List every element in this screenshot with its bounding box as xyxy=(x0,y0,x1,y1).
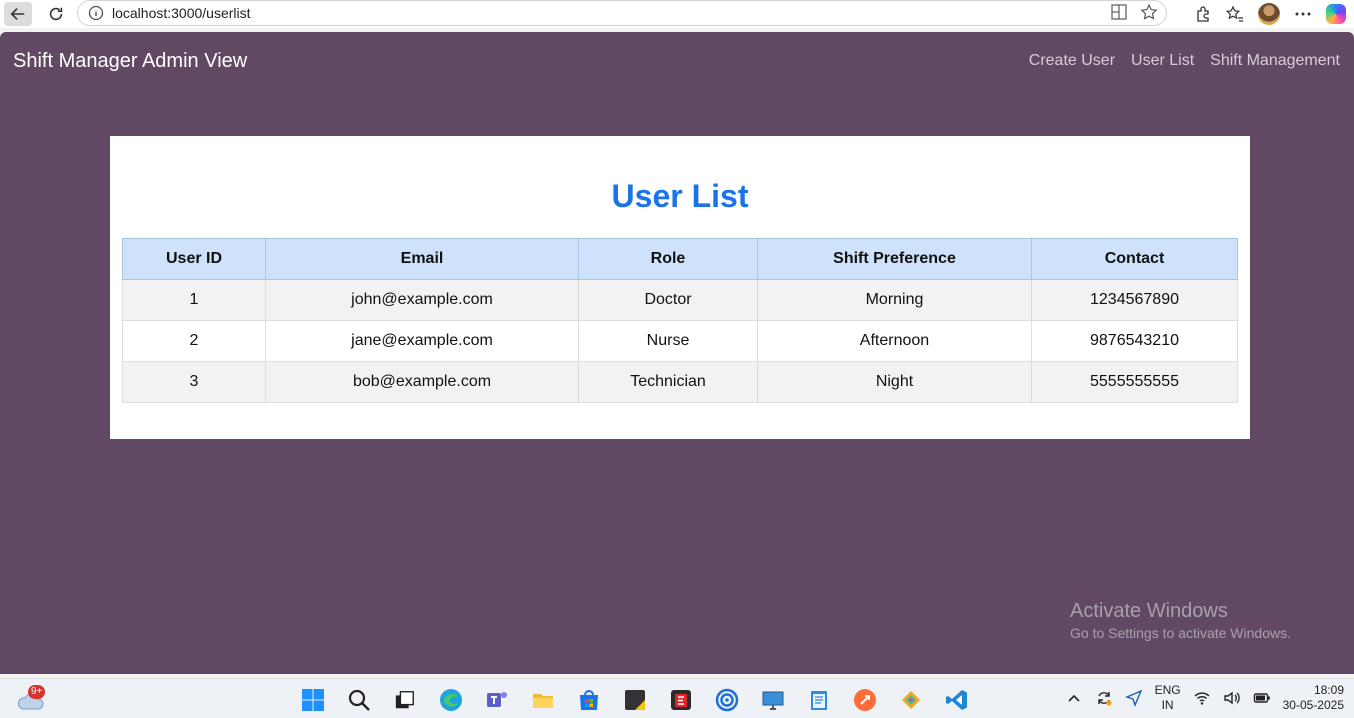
search-button[interactable] xyxy=(346,687,372,713)
clock-date: 30-05-2025 xyxy=(1282,698,1344,712)
vscode-icon xyxy=(946,690,967,710)
favorites-icon[interactable] xyxy=(1226,5,1244,23)
cell-email: bob@example.com xyxy=(265,361,579,403)
weather-badge: 9+ xyxy=(28,685,46,699)
region-code: IN xyxy=(1161,698,1174,712)
notepad-icon xyxy=(811,691,827,710)
file-explorer-button[interactable] xyxy=(530,687,556,713)
volume-icon[interactable] xyxy=(1223,689,1241,707)
cell-shift-preference: Morning xyxy=(757,279,1032,321)
remote-desktop-button[interactable] xyxy=(760,687,786,713)
table-row: 2 jane@example.com Nurse Afternoon 98765… xyxy=(122,320,1238,362)
nav-shift-management[interactable]: Shift Management xyxy=(1210,52,1340,70)
address-bar[interactable]: localhost:3000/userlist xyxy=(77,0,1167,26)
start-button[interactable] xyxy=(300,687,326,713)
chevron-up-icon[interactable] xyxy=(1065,689,1083,707)
cell-contact: 1234567890 xyxy=(1031,279,1238,321)
red-app-button[interactable] xyxy=(668,687,694,713)
folder-icon xyxy=(533,694,553,708)
activate-windows-watermark: Activate Windows Go to Settings to activ… xyxy=(1070,600,1291,641)
teams-icon xyxy=(487,692,507,707)
sticky-notes-button[interactable] xyxy=(622,687,648,713)
teams-button[interactable] xyxy=(484,687,510,713)
task-view-button[interactable] xyxy=(392,687,418,713)
arrow-left-icon xyxy=(10,8,25,20)
app-e-icon xyxy=(671,690,691,710)
cell-shift-preference: Afternoon xyxy=(757,320,1032,362)
notepad-button[interactable] xyxy=(806,687,832,713)
cell-email: john@example.com xyxy=(265,279,579,321)
windows-logo-icon xyxy=(302,689,324,711)
user-list-card: User List User ID Email Role Shift Prefe… xyxy=(110,136,1250,439)
app-header: Shift Manager Admin View Create User Use… xyxy=(0,32,1354,90)
clock[interactable]: 18:09 30-05-2025 xyxy=(1283,683,1344,713)
refresh-button[interactable] xyxy=(44,2,68,26)
store-icon xyxy=(580,690,598,710)
store-button[interactable] xyxy=(576,687,602,713)
location-arrow-icon[interactable] xyxy=(1124,689,1143,707)
browser-toolbar: localhost:3000/userlist xyxy=(0,0,1354,28)
watermark-title: Activate Windows xyxy=(1070,600,1228,622)
sync-icon[interactable] xyxy=(1095,689,1113,707)
target-icon xyxy=(715,688,739,712)
battery-icon[interactable] xyxy=(1253,689,1271,707)
copilot-icon[interactable] xyxy=(1326,4,1346,24)
column-header-email: Email xyxy=(265,238,579,280)
table-row: 1 john@example.com Doctor Morning 123456… xyxy=(122,279,1238,321)
language-code: ENG xyxy=(1154,683,1181,697)
cell-user-id: 3 xyxy=(122,361,266,403)
page-title: User List xyxy=(611,178,749,214)
split-screen-icon[interactable] xyxy=(1110,3,1128,21)
palette-icon xyxy=(902,691,920,709)
wifi-icon[interactable] xyxy=(1193,689,1211,707)
language-indicator[interactable]: ENG IN xyxy=(1155,683,1181,713)
paint-app-button[interactable] xyxy=(898,687,924,713)
favorite-star-icon[interactable] xyxy=(1140,3,1158,21)
cell-user-id: 2 xyxy=(122,320,266,362)
edge-browser-button[interactable] xyxy=(438,687,464,713)
cell-role: Nurse xyxy=(578,320,758,362)
page-content: Shift Manager Admin View Create User Use… xyxy=(0,32,1354,674)
column-header-contact: Contact xyxy=(1031,238,1238,280)
refresh-icon xyxy=(49,7,63,21)
cell-contact: 5555555555 xyxy=(1031,361,1238,403)
app-nav: Create User User List Shift Management xyxy=(1029,52,1340,70)
back-button[interactable] xyxy=(4,2,32,26)
info-icon[interactable] xyxy=(88,5,104,21)
table-row: 3 bob@example.com Technician Night 55555… xyxy=(122,361,1238,403)
column-header-shift-preference: Shift Preference xyxy=(757,238,1032,280)
column-header-role: Role xyxy=(578,238,758,280)
nav-create-user[interactable]: Create User xyxy=(1029,52,1115,70)
target-app-button[interactable] xyxy=(714,687,740,713)
cell-role: Technician xyxy=(578,361,758,403)
extensions-icon[interactable] xyxy=(1194,5,1212,23)
url-text[interactable]: localhost:3000/userlist xyxy=(112,5,251,21)
postman-button[interactable] xyxy=(852,687,878,713)
cell-user-id: 1 xyxy=(122,279,266,321)
nav-user-list[interactable]: User List xyxy=(1131,52,1194,70)
app-title: Shift Manager Admin View xyxy=(13,49,248,72)
table-header-row: User ID Email Role Shift Preference Cont… xyxy=(122,238,1238,280)
more-options-icon[interactable] xyxy=(1294,5,1312,23)
edge-icon xyxy=(440,689,462,711)
profile-avatar[interactable] xyxy=(1258,3,1280,25)
cell-contact: 9876543210 xyxy=(1031,320,1238,362)
search-icon xyxy=(348,689,370,711)
vscode-button[interactable] xyxy=(944,687,970,713)
cell-email: jane@example.com xyxy=(265,320,579,362)
postman-icon xyxy=(854,689,876,711)
clock-time: 18:09 xyxy=(1313,683,1344,697)
sticky-notes-icon xyxy=(625,690,645,710)
column-header-user-id: User ID xyxy=(122,238,266,280)
user-table: User ID Email Role Shift Preference Cont… xyxy=(122,238,1238,403)
monitor-icon xyxy=(762,691,784,710)
taskbar: 9+ ENG IN 18:09 30-05-2025 xyxy=(0,678,1354,718)
task-view-icon xyxy=(395,691,414,709)
cell-shift-preference: Night xyxy=(757,361,1032,403)
watermark-subtitle: Go to Settings to activate Windows. xyxy=(1070,625,1291,641)
cell-role: Doctor xyxy=(578,279,758,321)
